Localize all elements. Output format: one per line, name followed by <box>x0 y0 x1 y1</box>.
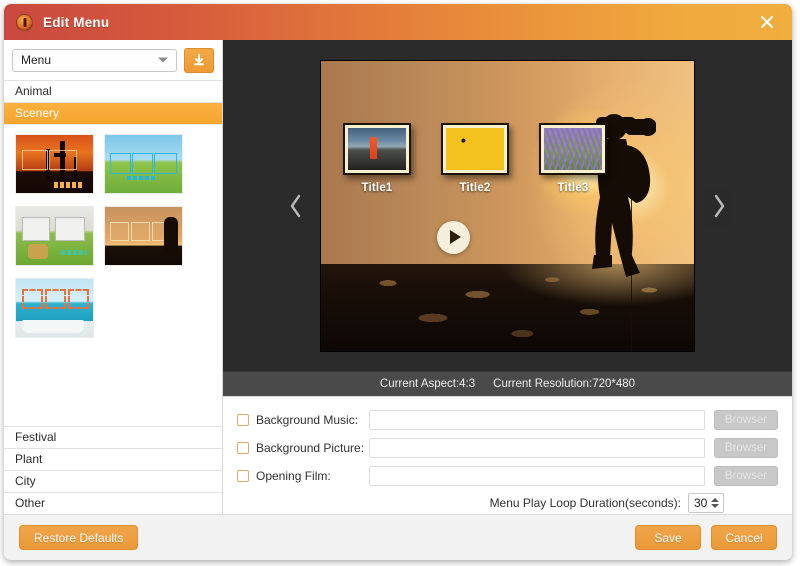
loop-duration-stepper[interactable]: 30 <box>688 493 724 513</box>
sidebar-item-other[interactable]: Other <box>4 492 222 514</box>
preview-title-2[interactable]: Title2 <box>459 182 490 194</box>
chevron-left-icon[interactable] <box>281 186 311 226</box>
sidebar-toolbar: Menu <box>4 40 222 80</box>
opening-film-browse-button[interactable]: Browser <box>714 466 778 486</box>
preview-picture-2[interactable]: Title2 <box>441 123 509 194</box>
preview-picture-3[interactable]: Title3 <box>539 123 607 194</box>
sidebar-item-animal[interactable]: Animal <box>4 80 222 102</box>
chevron-down-icon <box>158 58 168 63</box>
preview-and-settings: Title1 Title2 Title3 <box>223 40 792 514</box>
template-thumbnail-grid <box>16 135 202 337</box>
template-thumb-hay-bale[interactable] <box>16 207 93 265</box>
dialog-footer: Restore Defaults Save Cancel <box>4 514 792 560</box>
opening-film-input[interactable] <box>369 466 705 486</box>
menu-preview-stage: Title1 Title2 Title3 <box>223 40 792 371</box>
background-picture-row: Background Picture: Browser <box>237 437 778 459</box>
dialog-body: Menu Animal Scenery <box>4 40 792 514</box>
sidebar-item-city[interactable]: City <box>4 470 222 492</box>
opening-film-label: Opening Film: <box>256 469 369 483</box>
stepper-down-icon[interactable] <box>711 504 719 508</box>
preview-title-3[interactable]: Title3 <box>557 182 588 194</box>
loop-duration-row: Menu Play Loop Duration(seconds): 30 <box>237 493 778 513</box>
title-bar: Edit Menu <box>4 4 792 40</box>
sidebar-item-plant[interactable]: Plant <box>4 448 222 470</box>
stepper-up-icon[interactable] <box>711 498 719 502</box>
menu-type-dropdown[interactable]: Menu <box>12 49 177 72</box>
menu-preview-canvas[interactable]: Title1 Title2 Title3 <box>321 61 694 351</box>
preview-picture-1[interactable]: Title1 <box>343 123 411 194</box>
current-aspect-label: Current Aspect:4:3 <box>380 378 475 390</box>
download-templates-button[interactable] <box>184 48 214 73</box>
category-list-top: Animal Scenery <box>4 80 222 124</box>
thumbnail-image-1 <box>348 128 406 170</box>
thumbnail-image-3 <box>544 128 602 170</box>
template-thumb-photographer-sunset[interactable] <box>105 207 182 265</box>
background-picture-label: Background Picture: <box>256 441 369 455</box>
opening-film-row: Opening Film: Browser <box>237 465 778 487</box>
category-list-bottom: Festival Plant City Other <box>4 426 222 514</box>
preview-info-bar: Current Aspect:4:3 Current Resolution:72… <box>223 371 792 396</box>
close-icon[interactable] <box>756 11 778 33</box>
loop-duration-value: 30 <box>689 496 707 510</box>
menu-settings-form: Background Music: Browser Background Pic… <box>223 396 792 514</box>
loop-duration-label: Menu Play Loop Duration(seconds): <box>490 496 681 510</box>
save-button[interactable]: Save <box>635 525 701 550</box>
background-picture-checkbox[interactable] <box>237 442 249 454</box>
preview-picture-row: Title1 Title2 Title3 <box>343 123 607 194</box>
template-thumb-desert-sunset[interactable] <box>16 135 93 193</box>
background-music-checkbox[interactable] <box>237 414 249 426</box>
current-resolution-label: Current Resolution:720*480 <box>493 378 635 390</box>
preview-title-1[interactable]: Title1 <box>361 182 392 194</box>
template-thumb-seaside[interactable] <box>16 279 93 337</box>
cancel-button[interactable]: Cancel <box>711 525 777 550</box>
sidebar-item-festival[interactable]: Festival <box>4 426 222 448</box>
app-logo-icon <box>16 14 33 31</box>
window: Edit Menu Menu <box>4 4 792 560</box>
background-music-input[interactable] <box>369 410 705 430</box>
background-picture-browse-button[interactable]: Browser <box>714 438 778 458</box>
chevron-right-icon[interactable] <box>704 186 734 226</box>
edit-menu-dialog: Edit Menu Menu <box>0 0 800 566</box>
background-music-browse-button[interactable]: Browser <box>714 410 778 430</box>
background-music-row: Background Music: Browser <box>237 409 778 431</box>
background-music-label: Background Music: <box>256 413 369 427</box>
window-title: Edit Menu <box>43 15 109 30</box>
sidebar-item-scenery[interactable]: Scenery <box>4 102 222 124</box>
background-picture-input[interactable] <box>369 438 705 458</box>
template-thumb-green-field[interactable] <box>105 135 182 193</box>
template-sidebar: Menu Animal Scenery <box>4 40 223 514</box>
restore-defaults-button[interactable]: Restore Defaults <box>19 525 138 550</box>
opening-film-checkbox[interactable] <box>237 470 249 482</box>
menu-type-dropdown-value: Menu <box>21 53 51 67</box>
thumbnail-image-2 <box>446 128 504 170</box>
template-thumbnail-area[interactable] <box>4 124 222 426</box>
stepper-arrows-icon[interactable] <box>711 498 719 508</box>
play-icon[interactable] <box>437 221 470 254</box>
